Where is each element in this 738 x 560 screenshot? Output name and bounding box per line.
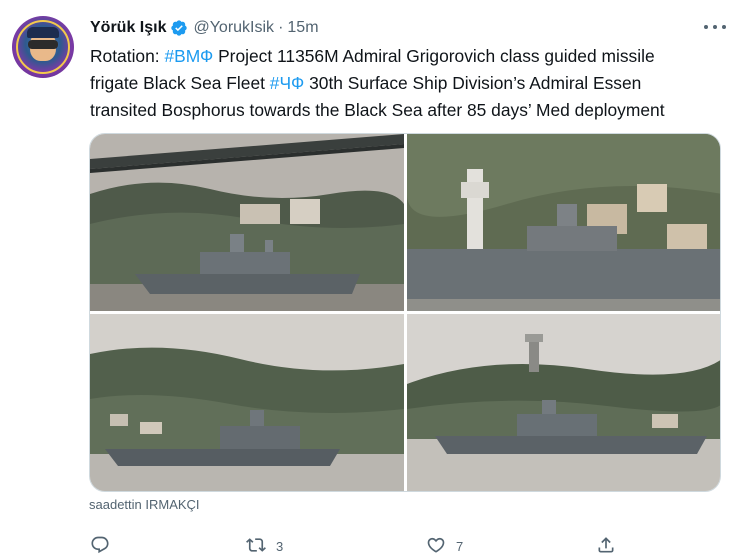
tweet-text-segment: Rotation:	[90, 46, 165, 66]
author-name[interactable]: Yörük Işık	[90, 19, 166, 37]
tweet-text-segment: frigate Black Sea Fleet	[90, 73, 270, 93]
hashtag-link[interactable]: #ВМФ	[164, 46, 213, 66]
like-button[interactable]: 7	[426, 532, 463, 560]
share-button[interactable]	[596, 532, 616, 560]
tweet-text-line-2: frigate Black Sea Fleet #ЧФ 30th Surface…	[90, 70, 722, 97]
photo-1[interactable]	[90, 134, 404, 311]
like-icon	[426, 535, 446, 558]
avatar[interactable]	[12, 16, 74, 78]
like-count: 7	[456, 538, 464, 554]
tweet-text: Rotation: #ВМФ Project 11356M Admiral Gr…	[90, 43, 722, 124]
tweet-text-segment: 30th Surface Ship Division’s Admiral Ess…	[304, 73, 642, 93]
photo-4[interactable]	[407, 314, 720, 491]
hashtag-link[interactable]: #ЧФ	[270, 73, 304, 93]
retweet-count: 3	[276, 538, 284, 554]
tweet-text-segment: transited Bosphorus towards the Black Se…	[90, 100, 665, 120]
photo-2[interactable]	[407, 134, 720, 311]
tweet[interactable]: Yörük Işık @YorukIsik · 15m Rotation: #В…	[0, 0, 738, 560]
reply-button[interactable]	[90, 532, 120, 560]
action-bar: 3 7	[82, 532, 642, 560]
retweet-icon	[246, 535, 266, 558]
tweet-header: Yörük Işık @YorukIsik · 15m	[90, 17, 722, 39]
avatar-cap	[27, 27, 59, 38]
reply-icon	[90, 535, 110, 558]
media-grid	[89, 133, 721, 492]
tweet-text-segment: Project 11356M Admiral Grigorovich class…	[213, 46, 655, 66]
separator-dot: ·	[278, 19, 284, 36]
verified-badge-icon	[170, 19, 188, 37]
tweet-text-line-3: transited Bosphorus towards the Black Se…	[90, 97, 722, 124]
media-credit[interactable]: saadettin IRMAKÇI	[89, 497, 200, 512]
share-icon	[596, 535, 616, 558]
photo-3[interactable]	[90, 314, 404, 491]
tweet-text-line-1: Rotation: #ВМФ Project 11356M Admiral Gr…	[90, 43, 722, 70]
tweet-timestamp[interactable]: 15m	[287, 19, 318, 37]
author-handle[interactable]: @YorukIsik	[193, 19, 274, 37]
retweet-button[interactable]: 3	[246, 532, 283, 560]
avatar-binoculars	[28, 40, 58, 49]
more-icon[interactable]	[704, 21, 726, 33]
